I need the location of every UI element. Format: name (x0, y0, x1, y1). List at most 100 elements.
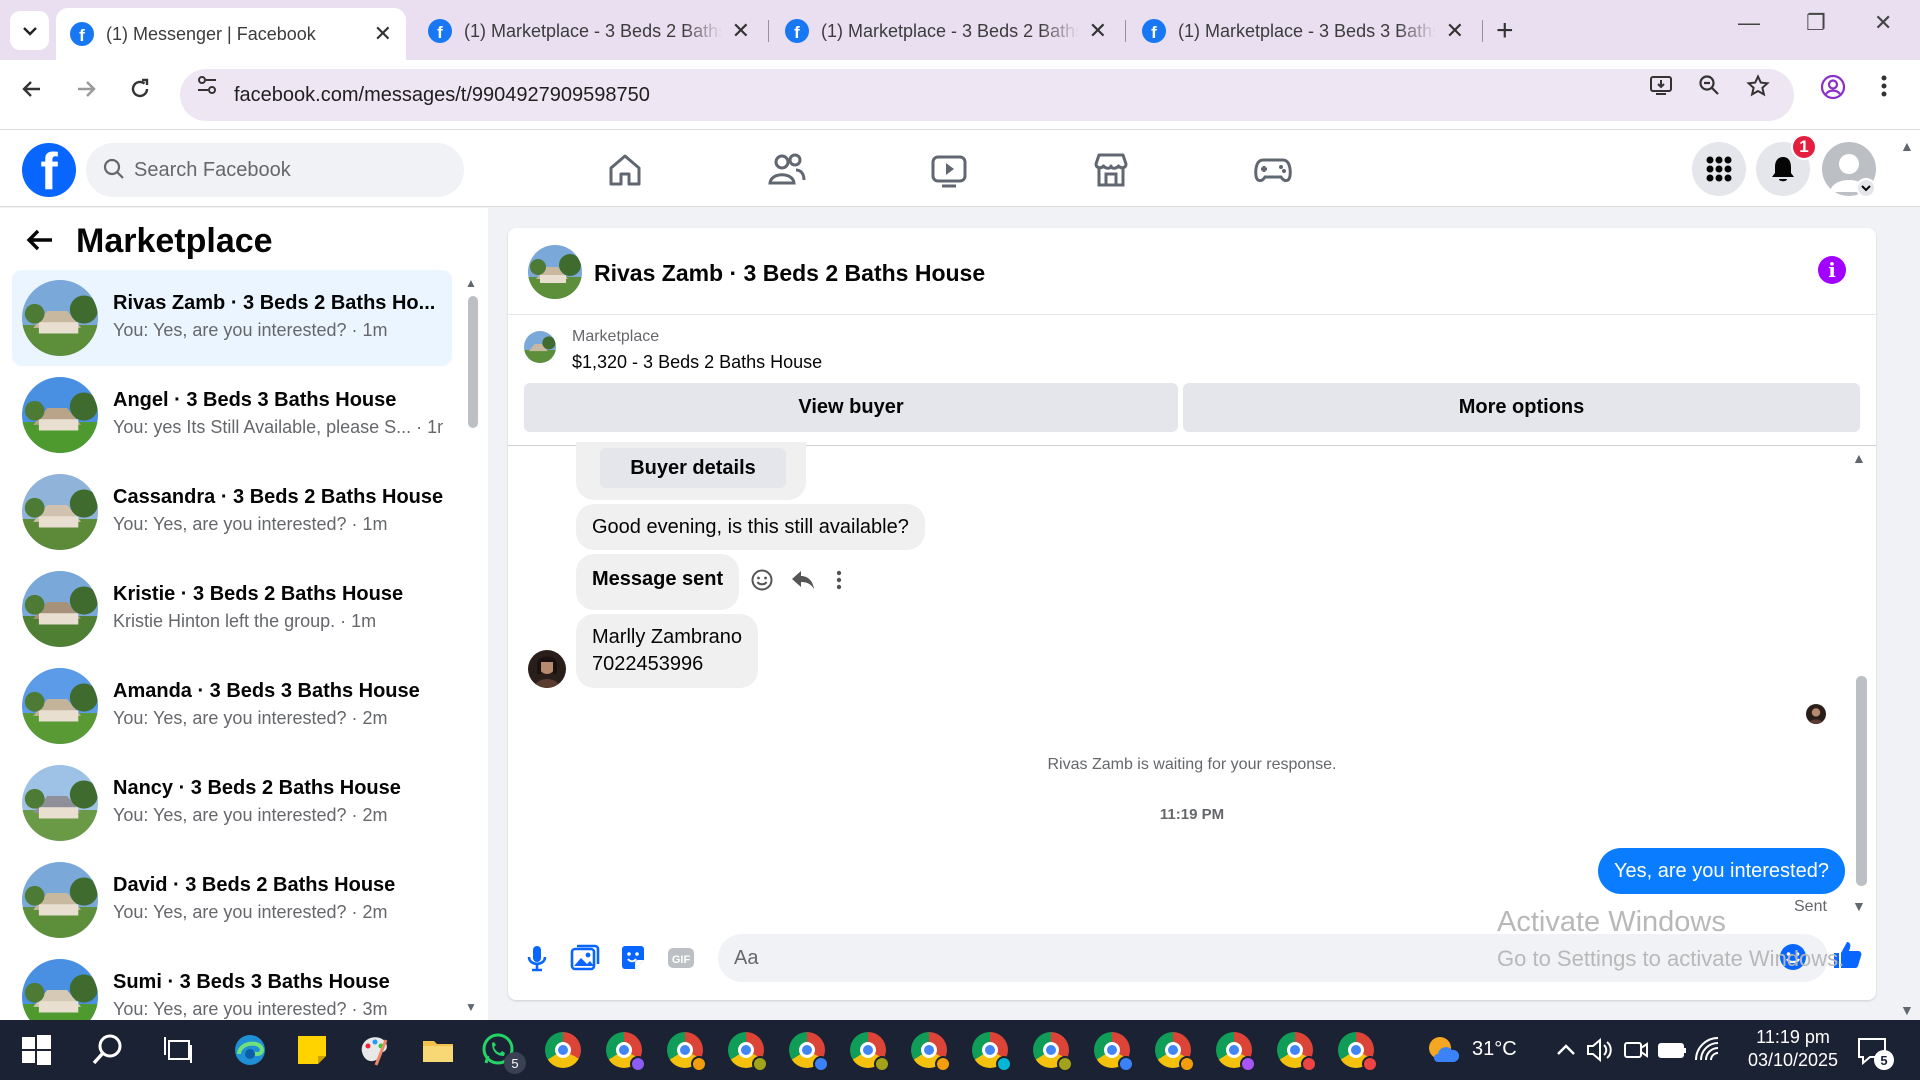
conversation-item[interactable]: Kristie · 3 Beds 2 Baths House Kristie Hi… (12, 561, 452, 657)
sticky-notes-icon[interactable] (294, 1032, 330, 1068)
chrome-profile-icon[interactable] (1216, 1032, 1256, 1072)
profile-icon[interactable] (1820, 74, 1846, 106)
reload-button[interactable] (128, 77, 152, 108)
info-icon[interactable]: i (1818, 256, 1846, 284)
home-icon[interactable] (605, 150, 645, 190)
meet-icon[interactable] (1618, 1032, 1654, 1068)
listing-title[interactable]: $1,320 - 3 Beds 2 Baths House (572, 352, 822, 373)
conversation-preview: You: Yes, are you interested? · 2m (113, 902, 388, 922)
conversation-avatar[interactable] (528, 245, 582, 299)
conversation-avatar (22, 862, 98, 938)
close-window-button[interactable]: ✕ (1874, 10, 1892, 36)
chrome-icon[interactable] (545, 1032, 581, 1068)
volume-icon[interactable] (1582, 1032, 1618, 1068)
conversation-item[interactable]: Nancy · 3 Beds 2 Baths House You: Yes, ar… (12, 755, 452, 851)
conversation-item[interactable]: Cassandra · 3 Beds 2 Baths House You: Yes… (12, 464, 452, 560)
video-icon[interactable] (929, 150, 969, 190)
chrome-profile-icon[interactable] (850, 1032, 890, 1072)
chrome-profile-icon[interactable] (911, 1032, 951, 1072)
composer-placeholder: Aa (734, 946, 759, 969)
chat-scrollbar[interactable] (1856, 676, 1867, 886)
zoom-icon[interactable] (1698, 74, 1720, 102)
install-app-icon[interactable] (1649, 74, 1673, 102)
tab-messenger[interactable]: f (1) Messenger | Facebook ✕ (56, 8, 406, 60)
conversation-item[interactable]: David · 3 Beds 2 Baths House You: Yes, ar… (12, 852, 452, 948)
buyer-details-button[interactable]: Buyer details (600, 448, 786, 488)
chrome-profile-icon[interactable] (1094, 1032, 1134, 1072)
message-bubble: Message sent (576, 554, 740, 610)
weather-icon[interactable] (1424, 1032, 1460, 1068)
page-scroll-up-arrow[interactable]: ▲ (1900, 138, 1914, 154)
tab-marketplace-3[interactable]: f (1) Marketplace - 3 Beds 3 Baths ✕ (1128, 8, 1478, 54)
close-tab-icon[interactable]: ✕ (374, 21, 392, 47)
minimize-button[interactable]: — (1738, 10, 1760, 36)
back-arrow-button[interactable] (26, 224, 54, 261)
marketplace-icon[interactable] (1091, 150, 1131, 190)
more-options-button[interactable]: More options (1183, 383, 1860, 432)
site-info-icon[interactable] (196, 74, 218, 102)
chrome-profile-icon[interactable] (1338, 1032, 1378, 1072)
tab-search-button[interactable] (10, 11, 49, 50)
close-tab-icon[interactable]: ✕ (732, 18, 750, 44)
battery-icon[interactable] (1654, 1032, 1690, 1068)
scroll-up-arrow[interactable]: ▲ (465, 276, 477, 290)
waiting-notice: Rivas Zamb is waiting for your response. (1047, 756, 1337, 773)
conversation-item[interactable]: Angel · 3 Beds 3 Baths House You: yes Its… (12, 367, 452, 463)
task-view-icon[interactable] (160, 1032, 196, 1068)
forward-button[interactable] (74, 77, 98, 108)
photo-icon[interactable] (569, 942, 601, 974)
whatsapp-badge: 5 (504, 1052, 526, 1074)
facebook-logo-icon[interactable]: f (22, 143, 76, 197)
reply-icon[interactable] (790, 568, 816, 599)
conversation-item[interactable]: Amanda · 3 Beds 3 Baths House You: Yes, a… (12, 658, 452, 754)
tab-marketplace-1[interactable]: f (1) Marketplace - 3 Beds 2 Baths ✕ (414, 8, 764, 54)
conversation-name: Cassandra · 3 Beds 2 Baths House (113, 486, 443, 508)
tab-separator (768, 20, 769, 42)
gaming-icon[interactable] (1253, 150, 1293, 190)
wifi-icon[interactable] (1690, 1032, 1726, 1068)
chrome-profile-icon[interactable] (1277, 1032, 1317, 1072)
restore-button[interactable]: ❐ (1806, 10, 1826, 36)
chrome-profile-icon[interactable] (728, 1032, 768, 1072)
browser-toolbar: facebook.com/messages/t/9904927909598750 (0, 60, 1920, 130)
new-tab-button[interactable]: + (1496, 14, 1514, 48)
react-icon[interactable] (750, 568, 774, 599)
tab-marketplace-2[interactable]: f (1) Marketplace - 3 Beds 2 Baths ✕ (771, 8, 1121, 54)
chrome-profile-icon[interactable] (789, 1032, 829, 1072)
file-explorer-icon[interactable] (420, 1032, 456, 1068)
more-vertical-icon[interactable] (835, 568, 843, 599)
view-buyer-button[interactable]: View buyer (524, 383, 1178, 432)
edge-icon[interactable] (232, 1032, 268, 1068)
menu-button[interactable] (1692, 142, 1746, 196)
scroll-down-arrow[interactable]: ▼ (1852, 898, 1866, 914)
more-menu-icon[interactable] (1880, 74, 1888, 104)
close-tab-icon[interactable]: ✕ (1446, 18, 1464, 44)
sticker-icon[interactable] (617, 942, 649, 974)
sender-avatar[interactable] (528, 650, 566, 688)
scroll-down-arrow[interactable]: ▼ (465, 1000, 477, 1014)
chrome-profile-icon[interactable] (1155, 1032, 1195, 1072)
address-bar[interactable]: facebook.com/messages/t/9904927909598750 (180, 69, 1794, 121)
account-chevron-icon[interactable] (1856, 178, 1876, 198)
gif-icon[interactable]: GIF (665, 942, 697, 974)
microphone-icon[interactable] (521, 942, 553, 974)
tab-title: (1) Marketplace - 3 Beds 3 Baths (1178, 20, 1436, 41)
page-scroll-down-arrow[interactable]: ▼ (1900, 1002, 1914, 1018)
chevron-up-icon[interactable] (1548, 1032, 1584, 1068)
back-button[interactable] (20, 77, 44, 108)
paint-icon[interactable] (356, 1032, 392, 1068)
facebook-search-input[interactable]: Search Facebook (86, 143, 464, 197)
friends-icon[interactable] (767, 150, 807, 190)
chrome-profile-icon[interactable] (667, 1032, 707, 1072)
windows-start-icon[interactable] (18, 1032, 54, 1068)
bookmark-star-icon[interactable] (1746, 74, 1770, 104)
sidebar-scrollbar[interactable] (468, 296, 478, 428)
taskbar-clock[interactable]: 11:19 pm 03/10/2025 (1728, 1026, 1858, 1072)
chrome-profile-icon[interactable] (606, 1032, 646, 1072)
chrome-profile-icon[interactable] (972, 1032, 1012, 1072)
chrome-profile-icon[interactable] (1033, 1032, 1073, 1072)
scroll-up-arrow[interactable]: ▲ (1852, 450, 1866, 466)
search-icon[interactable] (90, 1032, 126, 1068)
close-tab-icon[interactable]: ✕ (1089, 18, 1107, 44)
conversation-item[interactable]: Rivas Zamb · 3 Beds 2 Baths Ho... You: Ye… (12, 270, 452, 366)
